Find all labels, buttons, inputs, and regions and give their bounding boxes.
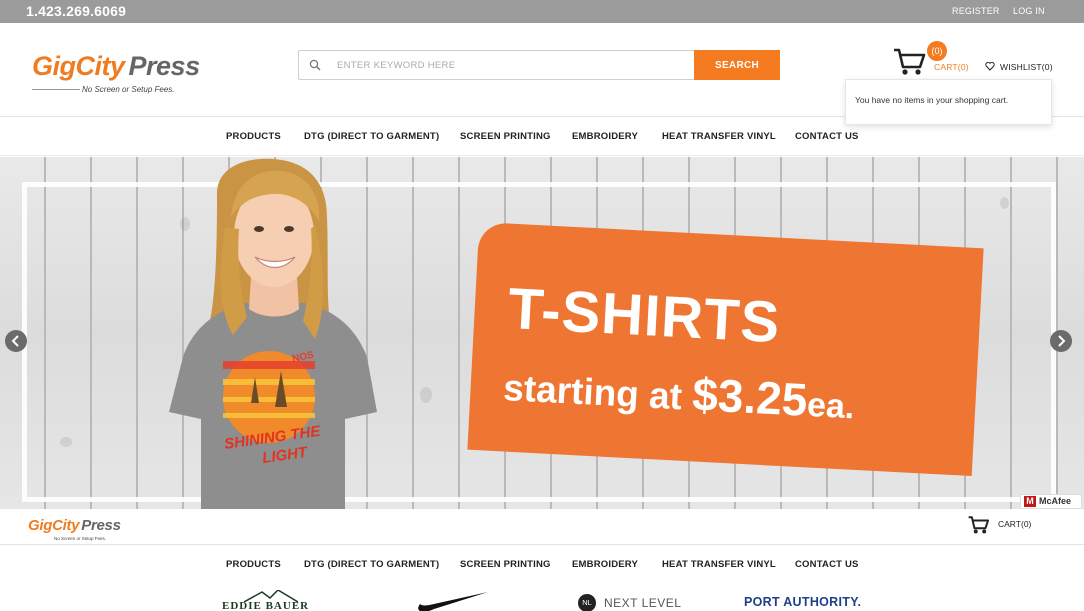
brand-eddie-bauer[interactable]: EDDIE BAUER xyxy=(222,600,309,611)
heart-icon[interactable] xyxy=(985,61,995,71)
search-icon xyxy=(309,59,321,71)
nav2-contact-us[interactable]: CONTACT US xyxy=(795,559,859,570)
mcafee-label: McAfee xyxy=(1039,496,1072,506)
search-button[interactable]: SEARCH xyxy=(694,50,780,80)
nav2-screen-printing[interactable]: SCREEN PRINTING xyxy=(460,559,551,570)
logo-underline xyxy=(32,89,80,90)
brand-logos: EDDIE BAUER NL NEXT LEVEL PORT AUTHORITY… xyxy=(0,582,1084,611)
promo-price: $3.25 xyxy=(691,367,809,426)
cart-count-badge[interactable]: (0) xyxy=(927,41,947,61)
search-input[interactable] xyxy=(337,52,687,78)
nike-swoosh-icon[interactable] xyxy=(412,592,488,611)
model-photo: NOS SHINING THE LIGHT xyxy=(169,158,377,509)
sticky-logo-wordmark: GigCity Press xyxy=(28,517,121,534)
promo-unit: ea. xyxy=(806,385,856,427)
nav-dtg[interactable]: DTG (DIRECT TO GARMENT) xyxy=(304,131,439,142)
site-logo[interactable]: GigCity Press No Screen or Setup Fees. xyxy=(32,51,202,101)
cart-dropdown: You have no items in your shopping cart. xyxy=(845,79,1052,125)
mcafee-badge[interactable]: M McAfee xyxy=(1020,494,1082,509)
nav2-heat-transfer-vinyl[interactable]: HEAT TRANSFER VINYL xyxy=(662,559,776,570)
cart-empty-message: You have no items in your shopping cart. xyxy=(855,95,1009,105)
chevron-right-icon xyxy=(1058,335,1066,347)
nav-heat-transfer-vinyl[interactable]: HEAT TRANSFER VINYL xyxy=(662,131,776,142)
sticky-cart-icon[interactable] xyxy=(968,515,990,535)
promo-prefix: starting at xyxy=(502,366,694,418)
cart-link[interactable]: CART(0) xyxy=(934,62,969,72)
chevron-left-icon xyxy=(11,335,19,347)
top-bar: 1.423.269.6069 REGISTER LOG IN xyxy=(0,0,1084,23)
slider-next-button[interactable] xyxy=(1050,330,1072,352)
logo-wordmark: GigCity Press xyxy=(32,51,200,81)
register-link[interactable]: REGISTER xyxy=(952,6,1000,16)
nav2-dtg[interactable]: DTG (DIRECT TO GARMENT) xyxy=(304,559,439,570)
search-bar: SEARCH xyxy=(298,50,780,80)
nav2-embroidery[interactable]: EMBROIDERY xyxy=(572,559,638,570)
cart-icon[interactable] xyxy=(893,47,927,77)
secondary-nav: PRODUCTS DTG (DIRECT TO GARMENT) SCREEN … xyxy=(0,546,1084,582)
slider-prev-button[interactable] xyxy=(5,330,27,352)
mcafee-logo-icon: M xyxy=(1024,496,1036,507)
nav-embroidery[interactable]: EMBROIDERY xyxy=(572,131,638,142)
promo-title: T-SHIRTS xyxy=(506,275,782,356)
next-level-mark[interactable]: NL xyxy=(578,594,596,611)
login-link[interactable]: LOG IN xyxy=(1013,6,1045,16)
logo-tagline: No Screen or Setup Fees. xyxy=(82,85,175,94)
phone-number[interactable]: 1.423.269.6069 xyxy=(26,3,126,19)
nav-screen-printing[interactable]: SCREEN PRINTING xyxy=(460,131,551,142)
nav-products[interactable]: PRODUCTS xyxy=(226,131,281,142)
sticky-cart-link[interactable]: CART(0) xyxy=(998,519,1031,529)
brand-next-level[interactable]: NEXT LEVEL xyxy=(604,596,681,610)
sticky-header: GigCity Press No Screen or Setup Fees. CA… xyxy=(0,509,1084,545)
nav2-products[interactable]: PRODUCTS xyxy=(226,559,281,570)
nav-contact-us[interactable]: CONTACT US xyxy=(795,131,859,142)
wishlist-link[interactable]: WISHLIST(0) xyxy=(1000,62,1053,72)
brand-port-authority[interactable]: PORT AUTHORITY. xyxy=(744,595,861,609)
sticky-logo[interactable]: GigCity Press No Screen or Setup Fees. xyxy=(28,517,148,543)
sticky-logo-tagline: No Screen or Setup Fees. xyxy=(54,536,107,541)
